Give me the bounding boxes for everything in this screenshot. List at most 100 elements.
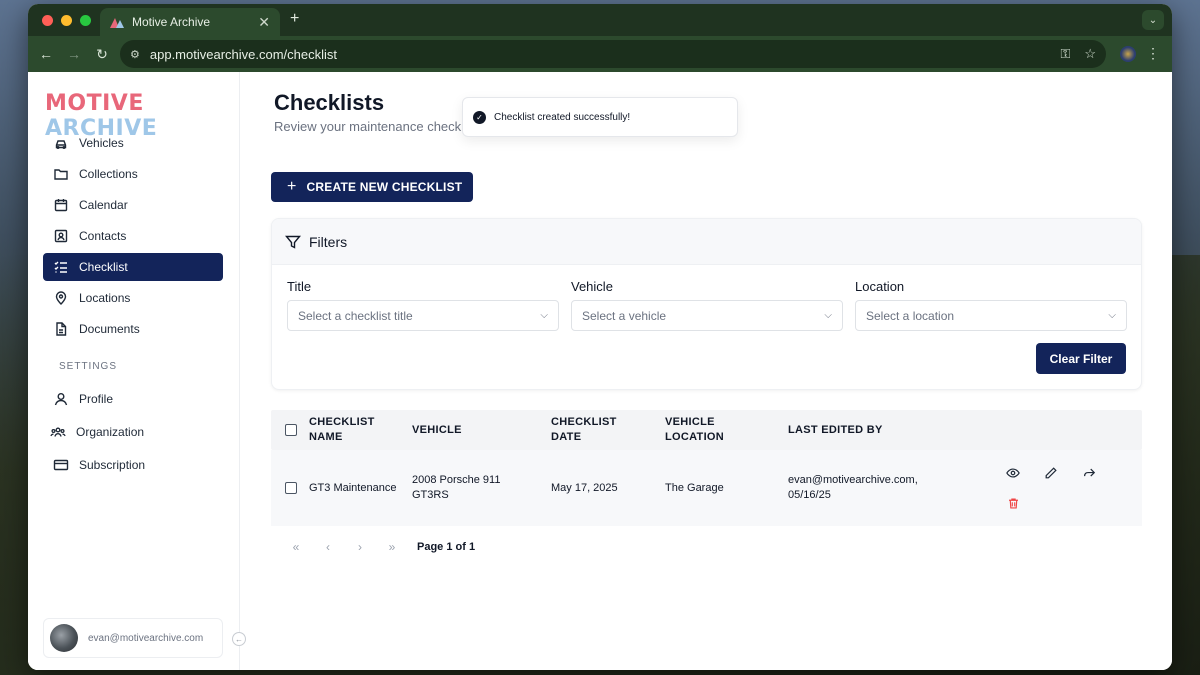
sidebar-item-locations[interactable]: Locations [43, 284, 223, 312]
header-vehicle-location[interactable]: VEHICLE LOCATION [665, 415, 788, 445]
header-checkbox-cell [271, 424, 297, 436]
sidebar-item-collections[interactable]: Collections [43, 160, 223, 188]
prev-page-icon[interactable]: ‹ [321, 540, 335, 554]
header-vehicle[interactable]: VEHICLE [412, 423, 551, 438]
sidebar-item-label: Subscription [79, 458, 146, 472]
filters-title: Filters [309, 233, 348, 250]
reload-icon[interactable]: ↻ [88, 46, 116, 63]
browser-tab[interactable]: Motive Archive ✕ [100, 8, 280, 36]
title-filter: Title Select a checklist title ⌵ [287, 279, 559, 331]
map-pin-icon [53, 290, 69, 306]
browser-profile-icon[interactable] [1120, 46, 1136, 62]
header-text: DATE [551, 431, 582, 443]
cell-text: 2008 Porsche 911 [412, 474, 501, 486]
main-content: Checklists Review your maintenance check… [241, 72, 1172, 670]
success-toast: ✓ Checklist created successfully! [462, 97, 738, 137]
sidebar-item-label: Documents [79, 322, 140, 336]
header-text: NAME [309, 431, 343, 443]
maximize-window-button[interactable] [80, 15, 91, 26]
calendar-icon [53, 197, 69, 213]
sidebar-item-vehicles[interactable]: Vehicles [43, 129, 223, 157]
vehicle-filter-label: Vehicle [571, 279, 613, 294]
cell-text: 05/16/25 [788, 489, 831, 501]
location-filter-label: Location [855, 279, 905, 294]
page-info: Page 1 of 1 [417, 541, 476, 553]
back-icon[interactable]: ← [32, 46, 60, 62]
last-page-icon[interactable]: » [385, 540, 399, 554]
plus-icon: + [287, 178, 297, 195]
table-row[interactable]: GT3 Maintenance 2008 Porsche 911 GT3RS M… [271, 450, 1142, 526]
site-settings-icon[interactable]: ⚙ [130, 48, 140, 61]
header-checklist-name[interactable]: CHECKLIST NAME [295, 415, 412, 445]
password-key-icon[interactable]: ⚿ [1060, 46, 1070, 62]
settings-header: SETTINGS [59, 361, 118, 372]
page-title: Checklists [274, 90, 385, 115]
team-icon [50, 424, 66, 440]
select-all-checkbox[interactable] [285, 424, 297, 436]
app-root: MOTIVE ARCHIVE Vehicles Collections Cale… [28, 72, 1172, 670]
vehicle-select[interactable]: Select a vehicle ⌵ [571, 300, 843, 331]
sidebar-item-organization[interactable]: Organization [43, 417, 223, 447]
minimize-window-button[interactable] [61, 15, 72, 26]
share-forward-icon[interactable] [1070, 466, 1108, 480]
filters-header: Filters [272, 219, 1141, 265]
browser-menu-icon[interactable]: ⋮ [1146, 45, 1160, 62]
title-select[interactable]: Select a checklist title ⌵ [287, 300, 559, 331]
sidebar-item-profile[interactable]: Profile [43, 384, 223, 414]
page-subtitle: Review your maintenance checkli [274, 119, 464, 134]
address-bar[interactable]: ⚙ app.motivearchive.com/checklist ⚿ ☆ [120, 40, 1106, 68]
cell-last-edited: evan@motivearchive.com, 05/16/25 [788, 473, 994, 503]
folder-icon [53, 166, 69, 182]
bookmark-star-icon[interactable]: ☆ [1084, 46, 1096, 62]
sidebar-item-subscription[interactable]: Subscription [43, 450, 223, 480]
header-text: CHECKLIST [551, 416, 617, 428]
create-checklist-label: CREATE NEW CHECKLIST [306, 180, 463, 194]
next-page-icon[interactable]: › [353, 540, 367, 554]
contact-card-icon [53, 228, 69, 244]
sidebar-item-label: Contacts [79, 229, 127, 243]
sidebar-item-documents[interactable]: Documents [43, 315, 223, 343]
sidebar-item-checklist[interactable]: Checklist [43, 253, 223, 281]
sidebar-item-label: Collections [79, 167, 138, 181]
tab-title: Motive Archive [132, 15, 211, 29]
sidebar-item-calendar[interactable]: Calendar [43, 191, 223, 219]
chevron-down-icon: ⌵ [824, 310, 832, 321]
sidebar-nav: Vehicles Collections Calendar Contacts C… [43, 129, 223, 483]
first-page-icon[interactable]: « [289, 540, 303, 554]
new-tab-icon[interactable]: + [290, 10, 299, 28]
pagination: « ‹ › » Page 1 of 1 [289, 540, 475, 554]
tab-search-icon[interactable]: ⌄ [1142, 10, 1164, 30]
row-checkbox-cell [271, 482, 297, 494]
cell-text: GT3RS [412, 489, 449, 501]
sidebar-item-contacts[interactable]: Contacts [43, 222, 223, 250]
create-checklist-button[interactable]: + CREATE NEW CHECKLIST [271, 172, 473, 202]
user-card[interactable]: evan@motivearchive.com [43, 618, 223, 658]
header-last-edited[interactable]: LAST EDITED BY [788, 423, 994, 438]
forward-icon[interactable]: → [60, 46, 88, 62]
header-text: LOCATION [665, 431, 725, 443]
user-email: evan@motivearchive.com [88, 632, 204, 644]
browser-window: Motive Archive ✕ + ⌄ ← → ↻ ⚙ app.motivea… [28, 4, 1172, 670]
table-header: CHECKLIST NAME VEHICLE CHECKLIST DATE VE… [271, 410, 1142, 450]
edit-pencil-icon[interactable] [1032, 466, 1070, 480]
title-select-placeholder: Select a checklist title [298, 308, 413, 323]
row-checkbox[interactable] [285, 482, 297, 494]
avatar [50, 624, 78, 652]
user-icon [53, 391, 69, 407]
header-text: CHECKLIST [309, 416, 375, 428]
view-eye-icon[interactable] [994, 466, 1032, 480]
browser-toolbar: ← → ↻ ⚙ app.motivearchive.com/checklist … [28, 36, 1172, 72]
cell-checklist-name: GT3 Maintenance [309, 481, 397, 494]
vehicle-filter: Vehicle Select a vehicle ⌵ [571, 279, 843, 331]
cell-location: The Garage [665, 481, 724, 494]
header-checklist-date[interactable]: CHECKLIST DATE [551, 415, 665, 445]
location-select[interactable]: Select a location ⌵ [855, 300, 1127, 331]
close-window-button[interactable] [42, 15, 53, 26]
close-tab-icon[interactable]: ✕ [258, 14, 270, 31]
document-icon [53, 321, 69, 337]
cell-text: evan@motivearchive.com, [788, 474, 918, 486]
cell-vehicle: 2008 Porsche 911 GT3RS [412, 473, 551, 503]
clear-filter-button[interactable]: Clear Filter [1036, 343, 1126, 374]
delete-trash-icon[interactable] [994, 497, 1032, 510]
header-text: VEHICLE [665, 416, 715, 428]
